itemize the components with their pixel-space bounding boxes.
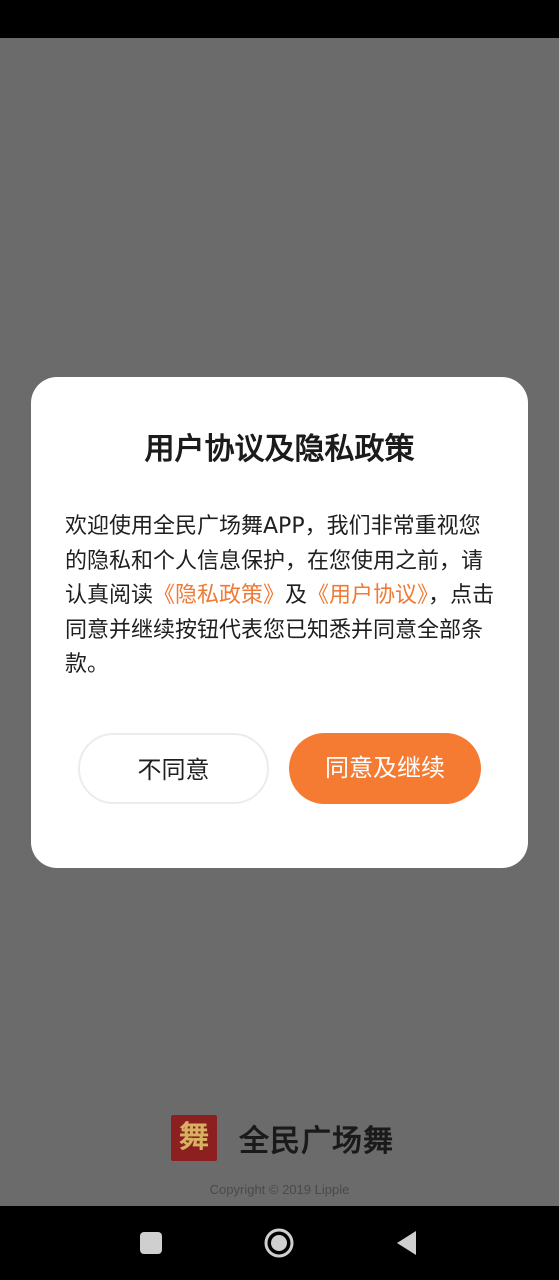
- logo-glyph: 舞: [179, 1120, 209, 1155]
- dialog-body: 欢迎使用全民广场舞APP，我们非常重视您的隐私和个人信息保护，在您使用之前，请认…: [65, 510, 495, 683]
- home-circle-icon: [264, 1228, 294, 1258]
- system-nav-bar: [0, 1206, 559, 1280]
- back-button[interactable]: [366, 1206, 446, 1280]
- back-triangle-icon: [397, 1231, 416, 1255]
- user-agreement-link[interactable]: 《用户协议》: [307, 583, 428, 608]
- app-brand: 舞 全民广场舞: [171, 1114, 394, 1162]
- recents-square-icon: [140, 1232, 162, 1254]
- conjunction-text: 及: [285, 583, 308, 608]
- recents-button[interactable]: [111, 1206, 191, 1280]
- copyright-text: Copyright © 2019 Lipple: [209, 1182, 350, 1197]
- dialog-title: 用户协议及隐私政策: [144, 432, 415, 467]
- app-name: 全民广场舞: [239, 1124, 394, 1159]
- app-logo: 舞: [171, 1115, 217, 1161]
- decline-button[interactable]: 不同意: [78, 733, 269, 804]
- privacy-dialog: 用户协议及隐私政策 欢迎使用全民广场舞APP，我们非常重视您的隐私和个人信息保护…: [31, 377, 528, 868]
- accept-continue-button[interactable]: 同意及继续: [289, 733, 481, 804]
- status-bar: [0, 0, 559, 38]
- privacy-policy-link[interactable]: 《隐私政策》: [153, 583, 285, 608]
- home-button[interactable]: [239, 1206, 319, 1280]
